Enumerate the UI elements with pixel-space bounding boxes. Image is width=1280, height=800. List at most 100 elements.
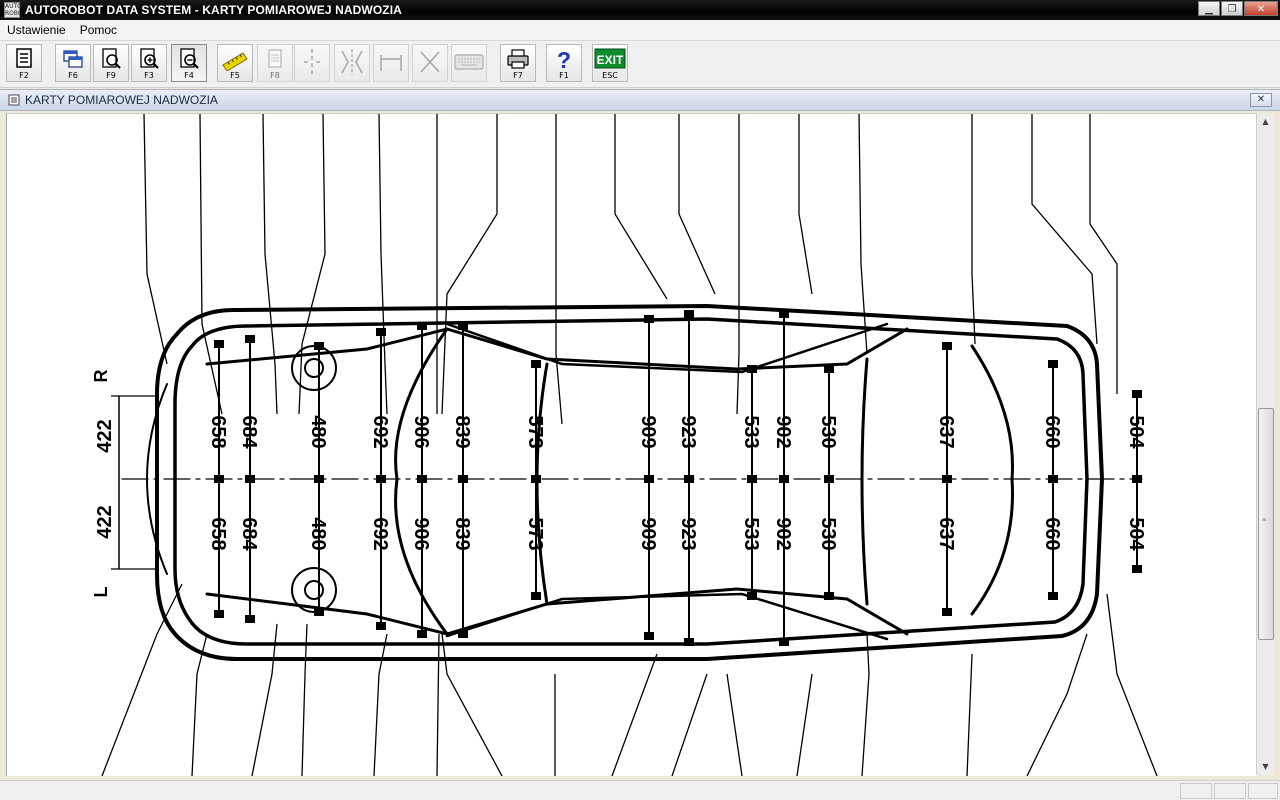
svg-text:?: ? <box>557 47 571 71</box>
vertical-scrollbar[interactable]: ▲ ≡ ▼ <box>1256 113 1274 775</box>
print-button[interactable]: F7 <box>500 44 536 82</box>
key-label-f5: F5 <box>230 71 240 80</box>
measurement-label-lower: 658 <box>207 517 229 550</box>
preview-button[interactable]: F9 <box>93 44 129 82</box>
dimension-tick <box>747 592 757 600</box>
dimension-tick <box>824 592 834 600</box>
minimize-button[interactable]: ▁ <box>1198 1 1220 16</box>
preview-icon <box>102 48 121 69</box>
dimension-tick <box>458 475 468 483</box>
title-bar: AUTO ROBOT AUTOROBOT DATA SYSTEM - KARTY… <box>0 0 1280 20</box>
dimension-tick <box>458 322 468 330</box>
zoom-in-button[interactable]: F3 <box>131 44 167 82</box>
windows-button[interactable]: F6 <box>55 44 91 82</box>
dimension-tick <box>376 328 386 336</box>
exit-label: EXIT <box>597 53 624 67</box>
side-label-left: L <box>91 587 111 598</box>
dimension-tick <box>531 360 541 368</box>
toolbar: F2 F6 F9 F3 F4 F5 F8 F7 ? F1 EXIT ESC <box>0 41 1280 88</box>
zoom-out-button[interactable]: F4 <box>171 44 207 82</box>
ruler-button[interactable]: F5 <box>217 44 253 82</box>
child-close-button[interactable]: ✕ <box>1250 93 1272 107</box>
menu-pomoc[interactable]: Pomoc <box>73 23 124 37</box>
dimension-tick <box>779 475 789 483</box>
cross-icon <box>420 51 440 73</box>
measurement-label-lower: 923 <box>677 517 699 550</box>
dimension-tick <box>417 630 427 638</box>
exit-icon: EXIT <box>594 48 626 69</box>
measurement-label-upper: 658 <box>207 415 229 448</box>
dimension-tick <box>376 475 386 483</box>
measurement-label-lower: 573 <box>524 517 546 550</box>
key-label-esc: ESC <box>602 71 618 80</box>
sheet-button[interactable]: F8 <box>257 44 293 82</box>
window-title: AUTOROBOT DATA SYSTEM - KARTY POMIAROWEJ… <box>25 3 402 17</box>
restore-button[interactable]: ❐ <box>1221 1 1243 16</box>
dimension-tick <box>458 630 468 638</box>
scroll-up-arrow-icon[interactable]: ▲ <box>1257 113 1274 130</box>
dimension-tick <box>747 365 757 373</box>
dimension-tick <box>644 632 654 640</box>
keyboard-button[interactable] <box>451 44 487 82</box>
status-pane-2 <box>1214 783 1246 799</box>
dimension-tick <box>1132 390 1142 398</box>
center-line-button[interactable] <box>294 44 330 82</box>
measurement-label-upper: 660 <box>1041 415 1063 448</box>
windows-icon <box>63 50 83 68</box>
key-label-f6: F6 <box>68 71 78 80</box>
dimension-tick <box>376 622 386 630</box>
dimension-tick <box>644 315 654 323</box>
mirror-icon <box>341 49 363 75</box>
width-button[interactable] <box>373 44 409 82</box>
app-logo-icon: AUTO ROBOT <box>4 2 26 18</box>
measurement-label-lower: 909 <box>637 517 659 550</box>
dimension-tick <box>684 638 694 646</box>
close-button[interactable]: ✕ <box>1244 1 1278 16</box>
dimension-tick <box>1132 475 1142 483</box>
measurement-label-lower: 692 <box>369 517 391 550</box>
measurement-label-upper: 902 <box>772 415 794 448</box>
help-button[interactable]: ? F1 <box>546 44 582 82</box>
zoom-out-icon <box>180 48 199 69</box>
measurement-label-upper: 637 <box>935 415 957 448</box>
dimension-tick <box>531 475 541 483</box>
dimension-tick <box>942 475 952 483</box>
dimension-tick <box>214 340 224 348</box>
child-window-title: KARTY POMIAROWEJ NADWOZIA <box>25 93 218 107</box>
dimension-tick <box>1048 592 1058 600</box>
dimension-tick <box>245 615 255 623</box>
measurement-label-lower: 637 <box>935 517 957 550</box>
dimension-tick <box>245 475 255 483</box>
offset-bottom-label: 422 <box>94 505 116 538</box>
status-pane-1 <box>1180 783 1212 799</box>
measurement-label-upper: 909 <box>637 415 659 448</box>
measurement-label-lower: 906 <box>410 517 432 550</box>
dimension-tick <box>314 342 324 350</box>
dimension-tick <box>684 475 694 483</box>
measurement-label-lower: 660 <box>1041 517 1063 550</box>
grip-icon: ≡ <box>1262 517 1267 524</box>
key-label-f4: F4 <box>184 71 194 80</box>
scroll-thumb[interactable]: ≡ <box>1258 408 1274 640</box>
key-label-f1: F1 <box>559 71 569 80</box>
zoom-in-icon <box>140 48 159 69</box>
dimension-tick <box>214 610 224 618</box>
measurement-label-upper: 839 <box>451 415 473 448</box>
measurement-label-upper: 530 <box>817 415 839 448</box>
menu-ustawienie[interactable]: Ustawienie <box>0 23 73 37</box>
cross-button[interactable] <box>412 44 448 82</box>
dimension-tick <box>417 322 427 330</box>
exit-button[interactable]: EXIT ESC <box>592 44 628 82</box>
save-card-icon <box>16 48 32 68</box>
sheet-icon <box>268 49 282 68</box>
scroll-down-arrow-icon[interactable]: ▼ <box>1257 758 1274 775</box>
measurement-label-lower: 504 <box>1125 517 1147 551</box>
dimension-tick <box>779 638 789 646</box>
dimension-tick <box>417 475 427 483</box>
mirror-button[interactable] <box>334 44 370 82</box>
car-outline <box>121 303 1143 661</box>
side-label-right: R <box>91 370 111 383</box>
measurement-label-lower: 684 <box>238 517 260 551</box>
ruler-icon <box>222 52 248 71</box>
save-card-button[interactable]: F2 <box>6 44 42 82</box>
